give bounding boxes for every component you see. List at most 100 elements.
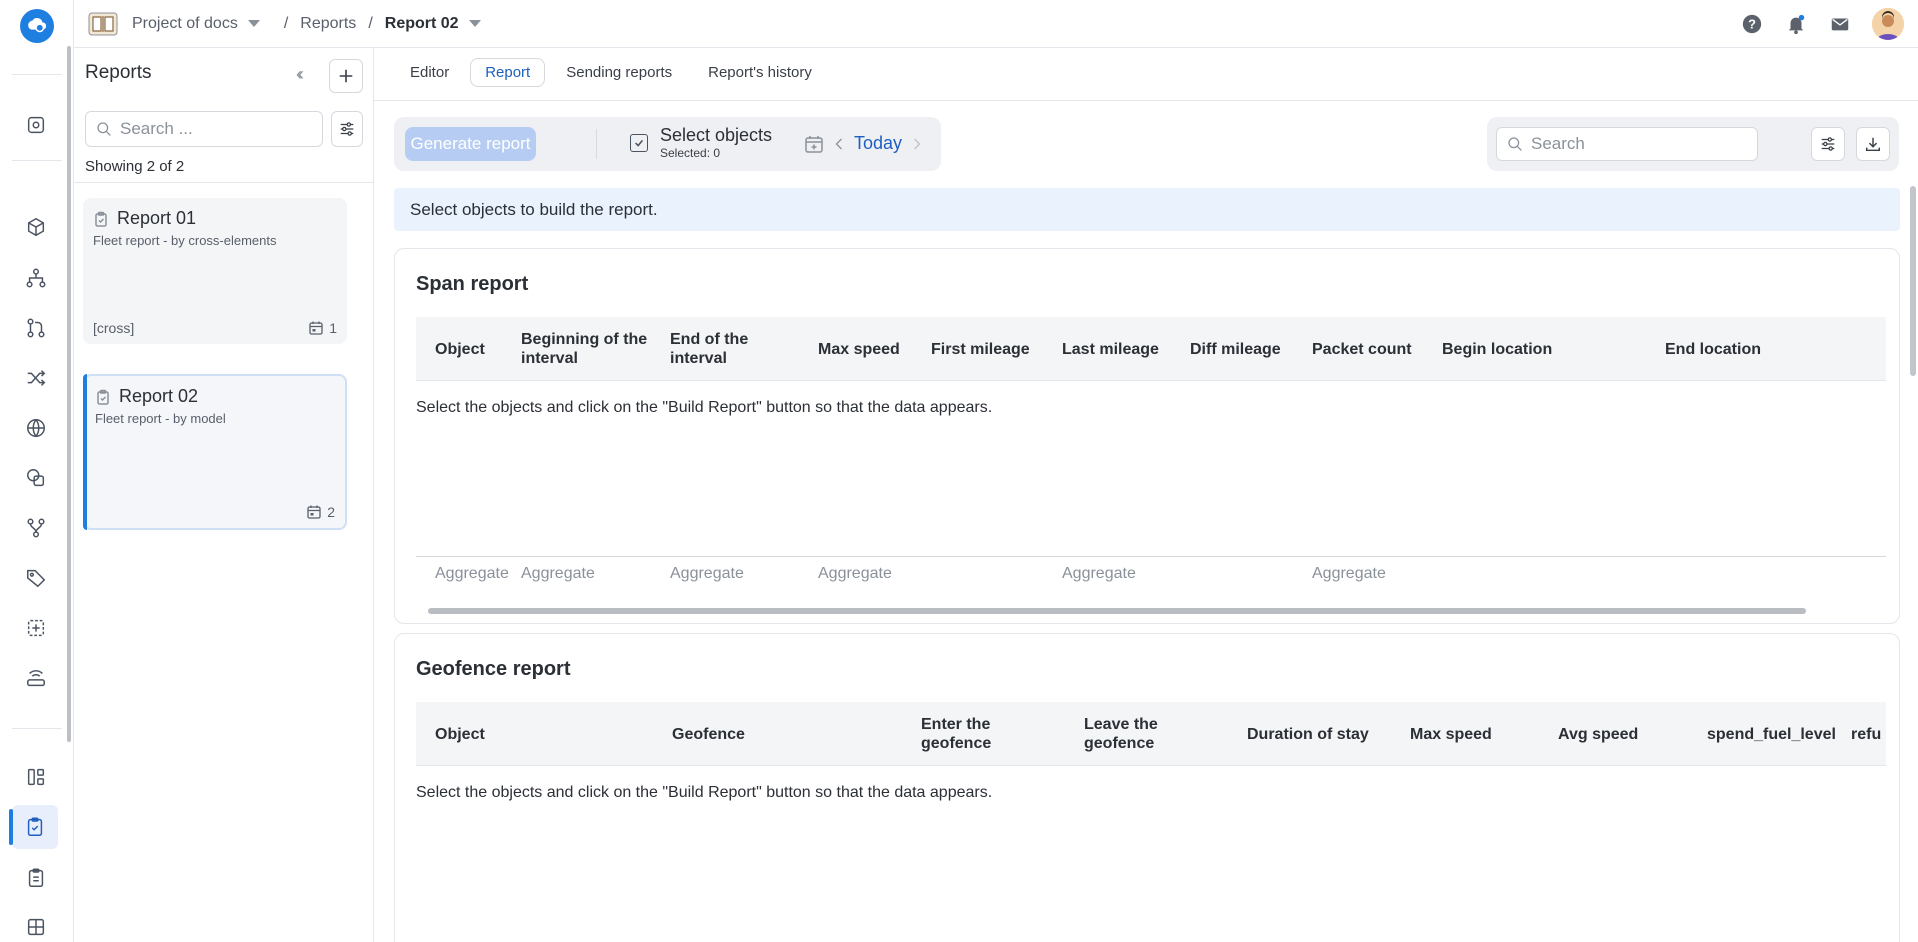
report-clipboard-icon (95, 211, 107, 227)
column-header[interactable]: Enter the geofence (921, 702, 1021, 766)
cube-icon[interactable] (21, 212, 51, 242)
selected-count: Selected: 0 (660, 146, 721, 160)
column-header[interactable]: Max speed (818, 317, 900, 381)
calendar-add-icon[interactable] (804, 134, 824, 154)
breadcrumb-separator: / (283, 14, 289, 32)
add-report-button[interactable] (329, 59, 363, 93)
report-card-count: 2 (306, 504, 335, 520)
main-vertical-scrollbar[interactable] (1910, 186, 1916, 376)
shuffle-icon[interactable] (21, 363, 51, 393)
user-avatar[interactable] (1872, 8, 1904, 40)
router-icon[interactable] (21, 663, 51, 693)
project-dropdown-icon[interactable] (247, 20, 260, 27)
app-logo-icon[interactable] (20, 9, 54, 43)
report-search-input[interactable]: Search ... (85, 111, 323, 147)
report-card-tag: [cross] (93, 320, 135, 336)
geofence-report-header: Object Geofence Enter the geofence Leave… (416, 702, 1886, 766)
breadcrumb-separator: / (368, 14, 373, 32)
tab-sending-reports[interactable]: Sending reports (551, 58, 687, 87)
sidebar-filter-button[interactable] (331, 111, 363, 147)
app: Project of docs / Reports / Report 02 ? … (0, 0, 1918, 942)
grid-icon[interactable] (21, 912, 51, 942)
generate-report-button[interactable]: Generate report (405, 127, 536, 161)
notifications-icon[interactable] (1784, 12, 1808, 36)
tab-report-history[interactable]: Report's history (693, 58, 827, 87)
column-header[interactable]: Avg speed (1558, 702, 1638, 766)
span-report-title: Span report (416, 273, 529, 295)
globe-icon[interactable] (21, 413, 51, 443)
widgets-icon[interactable] (21, 762, 51, 792)
report-settings-button[interactable] (1811, 127, 1845, 161)
report-card-footer: 2 (95, 504, 335, 520)
column-header[interactable]: Object (435, 317, 485, 381)
report-card-count-value: 1 (329, 320, 337, 336)
column-header[interactable]: Beginning of the interval (521, 317, 661, 381)
rail-divider (12, 160, 62, 161)
date-picker[interactable]: Today (804, 133, 922, 154)
download-button[interactable] (1856, 127, 1890, 161)
column-header[interactable]: End location (1665, 317, 1761, 381)
dashboard-icon[interactable] (21, 110, 51, 140)
column-header[interactable]: Duration of stay (1247, 702, 1369, 766)
sidebar-title: Reports (85, 62, 152, 83)
tab-editor[interactable]: Editor (395, 58, 464, 87)
column-header[interactable]: First mileage (931, 317, 1030, 381)
select-objects-label: Select objects (660, 125, 773, 145)
column-header[interactable]: Leave the geofence (1084, 702, 1184, 766)
report-card-title-text: Report 02 (119, 386, 199, 406)
column-header[interactable]: Diff mileage (1190, 317, 1281, 381)
mail-icon[interactable] (1828, 12, 1852, 36)
report-tools: Search (1487, 117, 1899, 171)
report-card-count: 1 (308, 320, 337, 336)
select-objects-button[interactable]: Select objects Selected: 0 (630, 125, 772, 160)
filter-sliders-icon (340, 122, 354, 136)
report-card-footer: [cross] 1 (93, 320, 337, 336)
report-card-subtitle: Fleet report - by model (95, 411, 226, 426)
info-banner: Select objects to build the report. (394, 188, 1900, 231)
filter-sliders-icon (1821, 137, 1835, 151)
column-header[interactable]: Max speed (1410, 702, 1492, 766)
geofence-report-panel: Geofence report Object Geofence Enter th… (394, 633, 1900, 942)
report-data-search-input[interactable]: Search (1496, 127, 1758, 161)
column-header[interactable]: Last mileage (1062, 317, 1159, 381)
clipboard-icon[interactable] (21, 863, 51, 893)
calendar-icon (307, 505, 321, 519)
report-card-02[interactable]: Report 02 Fleet report - by model 2 (83, 374, 347, 530)
breadcrumb-section[interactable]: Reports (300, 15, 356, 33)
calendar-icon (309, 321, 323, 335)
span-report-panel: Span report Object Beginning of the inte… (394, 248, 1900, 624)
column-header[interactable]: refu (1851, 702, 1886, 766)
column-header[interactable]: Geofence (672, 702, 745, 766)
breadcrumb-project[interactable]: Project of docs (132, 15, 238, 33)
tab-report[interactable]: Report (470, 58, 546, 87)
column-header[interactable]: Packet count (1312, 317, 1412, 381)
merge-icon[interactable] (21, 313, 51, 343)
reports-sidebar: Reports ‹‹ Search ... Showing 2 of 2 Rep… (74, 48, 374, 942)
help-icon[interactable]: ? (1740, 12, 1764, 36)
collapse-sidebar-icon[interactable]: ‹‹ (296, 64, 304, 85)
report-card-title: Report 01 (93, 208, 337, 229)
report-tabs: Editor Report Sending reports Report's h… (395, 58, 827, 87)
rail-scrollbar[interactable] (67, 46, 71, 742)
chevron-right-icon[interactable] (912, 136, 922, 152)
column-header[interactable]: Object (435, 702, 485, 766)
report-card-01[interactable]: Report 01 Fleet report - by cross-elemen… (83, 198, 347, 344)
tag-icon[interactable] (21, 563, 51, 593)
geofence-icon[interactable] (21, 463, 51, 493)
chevron-left-icon[interactable] (834, 136, 844, 152)
aggregate-cell: Aggregate (670, 565, 744, 582)
branch-icon[interactable] (21, 513, 51, 543)
hierarchy-icon[interactable] (21, 263, 51, 293)
report-dropdown-icon[interactable] (468, 20, 481, 27)
add-area-icon[interactable] (21, 613, 51, 643)
date-value[interactable]: Today (854, 133, 902, 154)
column-header[interactable]: Begin location (1442, 317, 1552, 381)
report-clipboard-icon (97, 389, 109, 405)
column-header[interactable]: End of the interval (670, 317, 770, 381)
horizontal-scroll-thumb[interactable] (428, 608, 1806, 614)
horizontal-scrollbar[interactable] (416, 607, 1886, 615)
column-header[interactable]: spend_fuel_level (1707, 702, 1836, 766)
search-icon (1508, 137, 1522, 151)
reports-icon[interactable] (9, 805, 58, 849)
rail-divider (12, 728, 62, 729)
